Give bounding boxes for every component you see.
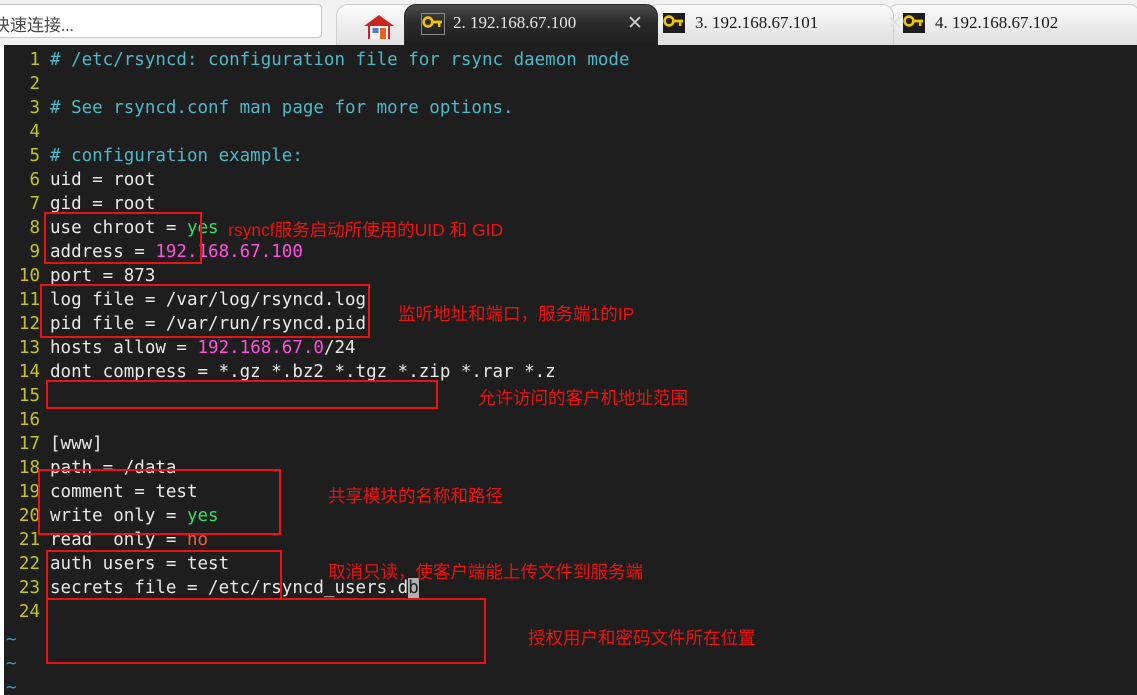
code-line[interactable]: # See rsyncd.conf man page for more opti… bbox=[50, 98, 514, 118]
quick-connect-input[interactable]: 快速连接... bbox=[0, 4, 322, 38]
empty-line-marker: ~ bbox=[6, 630, 17, 650]
annotation-write-read: 取消只读，使客户端能上传文件到服务端 bbox=[328, 562, 643, 582]
line-number: 2 bbox=[29, 74, 40, 94]
line-number: 22 bbox=[18, 554, 40, 574]
line-number: 23 bbox=[18, 578, 40, 598]
code-token: use chroot = bbox=[50, 218, 187, 238]
annotation-address-port: 监听地址和端口，服务端1的IP bbox=[398, 304, 635, 324]
code-token: read only = bbox=[50, 530, 187, 550]
tab-close-icon[interactable]: ✕ bbox=[887, 14, 903, 34]
line-number: 8 bbox=[29, 218, 40, 238]
tab-192-168-67-100[interactable]: 2. 192.168.67.100 ✕ bbox=[404, 4, 658, 45]
tab-label: 4. 192.168.67.102 bbox=[935, 13, 1059, 32]
annotation-module-path: 共享模块的名称和路径 bbox=[328, 486, 503, 506]
code-token: address = bbox=[50, 242, 156, 262]
code-token: no bbox=[186, 530, 209, 550]
line-number: 6 bbox=[29, 170, 40, 190]
line-number: 12 bbox=[18, 314, 40, 334]
line-number: 1 bbox=[29, 50, 40, 70]
line-number: 7 bbox=[29, 194, 40, 214]
code-line[interactable]: write only = yes bbox=[50, 506, 219, 526]
line-number: 19 bbox=[18, 482, 40, 502]
annotation-auth-secrets: 授权用户和密码文件所在位置 bbox=[528, 628, 756, 648]
line-number: 5 bbox=[29, 146, 40, 166]
code-line[interactable]: pid file = /var/run/rsyncd.pid bbox=[50, 314, 366, 334]
tab-192-168-67-102[interactable]: 4. 192.168.67.102 bbox=[886, 4, 1137, 45]
code-token: comment = test bbox=[50, 482, 198, 502]
line-number: 21 bbox=[18, 530, 40, 550]
code-token: yes bbox=[186, 218, 219, 238]
tab-192-168-67-101[interactable]: 3. 192.168.67.101 ✕ bbox=[646, 4, 903, 45]
code-token: log file = /var/log/rsyncd.log bbox=[50, 290, 367, 310]
line-number: 11 bbox=[18, 290, 40, 310]
line-number: 24 bbox=[18, 602, 40, 622]
code-token: yes bbox=[186, 506, 219, 526]
line-number: 14 bbox=[18, 362, 40, 382]
tab-label: 3. 192.168.67.101 bbox=[695, 13, 819, 32]
code-token: /24 bbox=[323, 338, 356, 358]
box-hosts-allow bbox=[46, 380, 438, 409]
code-line[interactable]: hosts allow = 192.168.67.0/24 bbox=[50, 338, 356, 358]
tab-close-icon[interactable]: ✕ bbox=[627, 14, 643, 34]
line-number: 15 bbox=[18, 386, 40, 406]
browser-toolbar: 快速连接... 2. 192.168.67.100 ✕ 3. 192.168.6… bbox=[0, 0, 1137, 45]
code-line[interactable]: uid = root bbox=[50, 170, 155, 190]
terminal-pane[interactable]: 1 # /etc/rsyncd: configuration file for r… bbox=[0, 45, 1137, 695]
code-token: 192.168.67.100 bbox=[155, 242, 303, 262]
line-number: 3 bbox=[29, 98, 40, 118]
line-number: 9 bbox=[29, 242, 40, 262]
code-token: port = 873 bbox=[50, 266, 156, 286]
code-token: write only = bbox=[50, 506, 187, 526]
code-token: hosts allow = bbox=[50, 338, 198, 358]
empty-line-marker: ~ bbox=[6, 654, 17, 674]
code-line[interactable]: read only = no bbox=[50, 530, 208, 550]
code-token: gid = root bbox=[50, 194, 156, 214]
line-number: 17 bbox=[18, 434, 40, 454]
code-line[interactable]: use chroot = yes bbox=[50, 218, 219, 238]
home-icon bbox=[363, 13, 395, 41]
line-number: 18 bbox=[18, 458, 40, 478]
code-token: pid file = /var/run/rsyncd.pid bbox=[50, 314, 367, 334]
code-line[interactable]: log file = /var/log/rsyncd.log bbox=[50, 290, 366, 310]
empty-line-marker: ~ bbox=[6, 678, 17, 695]
annotation-hosts-allow: 允许访问的客户机地址范围 bbox=[478, 388, 688, 408]
code-line[interactable]: dont compress = *.gz *.bz2 *.tgz *.zip *… bbox=[50, 362, 556, 382]
annotation-uid-gid: rsyncf服务启动所使用的UID 和 GID bbox=[228, 220, 504, 240]
key-icon bbox=[421, 13, 445, 35]
line-number: 13 bbox=[18, 338, 40, 358]
line-number: 10 bbox=[18, 266, 40, 286]
code-line[interactable]: # /etc/rsyncd: configuration file for rs… bbox=[50, 50, 629, 70]
quick-connect-placeholder: 快速连接... bbox=[0, 16, 74, 35]
code-token: [www] bbox=[50, 434, 103, 454]
code-token: auth users = test bbox=[50, 554, 230, 574]
code-token: # configuration example: bbox=[50, 146, 303, 166]
code-line[interactable]: port = 873 bbox=[50, 266, 155, 286]
code-token: # See rsyncd.conf man page for more opti… bbox=[50, 98, 514, 118]
line-number: 4 bbox=[29, 122, 40, 142]
code-token: path = /data bbox=[50, 458, 177, 478]
tab-label: 2. 192.168.67.100 bbox=[453, 13, 577, 32]
code-line[interactable]: [www] bbox=[50, 434, 103, 454]
code-token: dont compress = *.gz *.bz2 *.tgz *.zip *… bbox=[50, 362, 556, 382]
code-token: # /etc/rsyncd: configuration file for rs… bbox=[50, 50, 630, 70]
key-icon bbox=[663, 13, 687, 35]
code-line[interactable]: comment = test bbox=[50, 482, 198, 502]
box-auth-secrets bbox=[46, 598, 486, 664]
line-number: 20 bbox=[18, 506, 40, 526]
code-line[interactable]: auth users = test bbox=[50, 554, 229, 574]
code-line[interactable]: gid = root bbox=[50, 194, 155, 214]
code-token: uid = root bbox=[50, 170, 156, 190]
code-line[interactable]: path = /data bbox=[50, 458, 176, 478]
code-line[interactable]: address = 192.168.67.100 bbox=[50, 242, 303, 262]
line-number: 16 bbox=[18, 410, 40, 430]
code-token: 192.168.67.0 bbox=[197, 338, 324, 358]
key-icon bbox=[903, 13, 927, 35]
code-line[interactable]: # configuration example: bbox=[50, 146, 303, 166]
